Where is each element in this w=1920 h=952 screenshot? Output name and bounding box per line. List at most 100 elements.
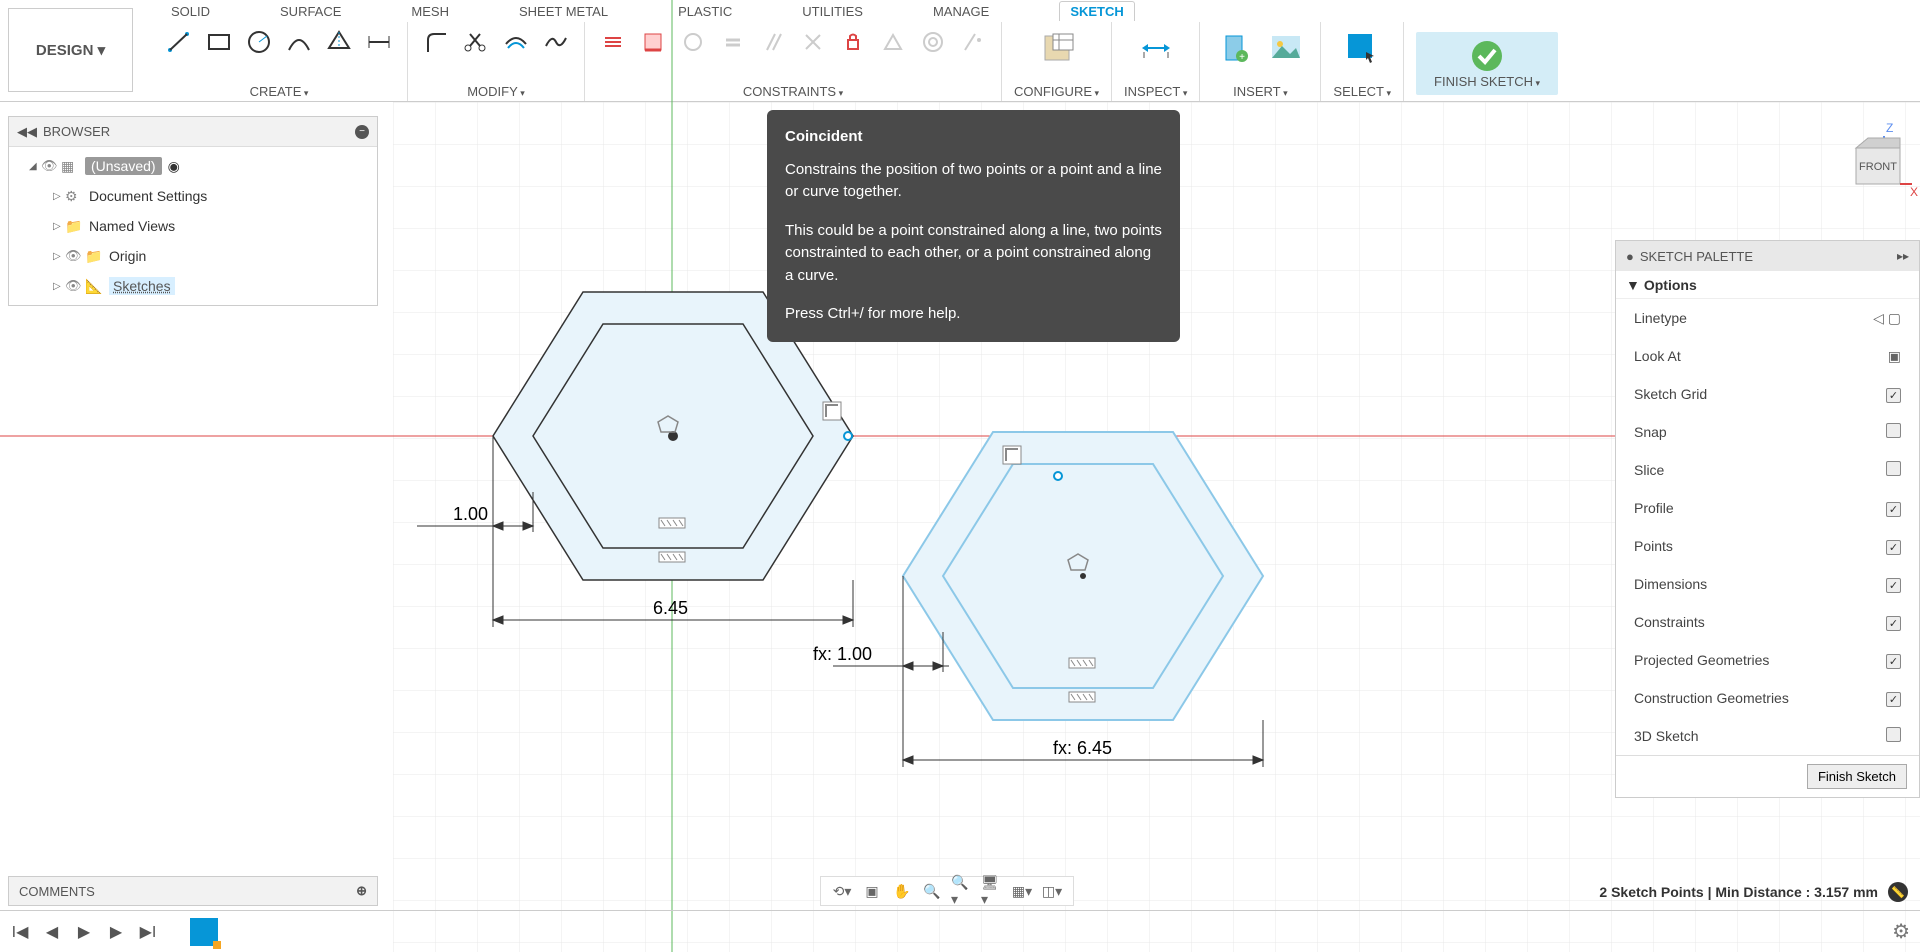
timeline-end-icon[interactable]: ▶I (138, 922, 158, 942)
checkbox[interactable] (1886, 578, 1901, 593)
fix-constraint-icon[interactable] (837, 26, 869, 58)
insert-image-icon[interactable] (1264, 26, 1308, 70)
design-workspace-button[interactable]: DESIGN ▾ (8, 8, 133, 92)
timeline-play-icon[interactable]: ▶ (74, 922, 94, 942)
perpendicular-constraint-icon[interactable] (797, 26, 829, 58)
tab-plastic[interactable]: PLASTIC (678, 4, 732, 19)
dim-1[interactable]: 1.00 (453, 504, 488, 524)
palette-row-constraints[interactable]: Constraints (1616, 603, 1919, 641)
look-at-control-icon[interactable]: ▣ (1888, 348, 1901, 365)
tree-sketches[interactable]: ▷👁📐Sketches (9, 271, 377, 301)
circle-tool-icon[interactable] (243, 26, 275, 58)
select-icon[interactable] (1340, 26, 1384, 70)
trim-tool-icon[interactable] (460, 26, 492, 58)
insert-label[interactable]: INSERT (1233, 84, 1287, 99)
configure-icon[interactable] (1035, 26, 1079, 70)
palette-options-section[interactable]: ▼ Options (1616, 271, 1919, 299)
checkbox[interactable] (1886, 540, 1901, 555)
palette-pin-icon[interactable]: ▸▸ (1897, 249, 1909, 263)
timeline-next-icon[interactable]: ▶ (106, 922, 126, 942)
palette-row-construction-geometries[interactable]: Construction Geometries (1616, 679, 1919, 717)
insert-derive-icon[interactable]: + (1212, 26, 1256, 70)
tab-sheetmetal[interactable]: SHEET METAL (519, 4, 608, 19)
modify-label[interactable]: MODIFY (467, 84, 525, 99)
concentric-constraint-icon[interactable] (917, 26, 949, 58)
dimension-tool-icon[interactable] (363, 26, 395, 58)
select-label[interactable]: SELECT (1333, 84, 1391, 99)
checkbox[interactable] (1886, 616, 1901, 631)
polygon-tool-icon[interactable] (323, 26, 355, 58)
equal-constraint-icon[interactable] (717, 26, 749, 58)
inspect-icon[interactable] (1134, 26, 1178, 70)
palette-row-snap[interactable]: Snap (1616, 413, 1919, 451)
tab-utilities[interactable]: UTILITIES (802, 4, 863, 19)
arc-tool-icon[interactable] (283, 26, 315, 58)
viewport-icon[interactable]: ◫▾ (1041, 880, 1063, 902)
orbit-icon[interactable]: ⟲▾ (831, 880, 853, 902)
spline-tool-icon[interactable] (540, 26, 572, 58)
browser-collapse-icon[interactable]: − (355, 125, 369, 139)
palette-row-3d-sketch[interactable]: 3D Sketch (1616, 717, 1919, 755)
view-cube[interactable]: Z FRONT X (1836, 118, 1906, 188)
tree-doc-settings[interactable]: ▷⚙Document Settings (9, 181, 377, 211)
palette-row-look-at[interactable]: Look At▣ (1616, 337, 1919, 375)
checkbox[interactable] (1886, 727, 1901, 742)
timeline-sketch-feature[interactable] (190, 918, 218, 946)
palette-row-profile[interactable]: Profile (1616, 489, 1919, 527)
palette-header[interactable]: ●SKETCH PALETTE▸▸ (1616, 241, 1919, 271)
timeline-settings-icon[interactable]: ⚙ (1892, 919, 1910, 944)
comments-bar[interactable]: COMMENTS⊕ (8, 876, 378, 906)
rectangle-tool-icon[interactable] (203, 26, 235, 58)
checkbox[interactable] (1886, 502, 1901, 517)
tab-surface[interactable]: SURFACE (280, 4, 341, 19)
palette-row-sketch-grid[interactable]: Sketch Grid (1616, 375, 1919, 413)
tab-manage[interactable]: MANAGE (933, 4, 989, 19)
parallel-constraint-icon[interactable] (757, 26, 789, 58)
grid-icon[interactable]: ▦▾ (1011, 880, 1033, 902)
browser-header[interactable]: ◀◀ BROWSER − (9, 117, 377, 147)
zoom-window-icon[interactable]: 🔍▾ (951, 880, 973, 902)
display-icon[interactable]: 🖥▾ (981, 880, 1003, 902)
dim-3[interactable]: fx: 1.00 (813, 644, 872, 664)
constraints-label[interactable]: CONSTRAINTS (743, 84, 843, 99)
pan-icon[interactable]: ✋ (891, 880, 913, 902)
linetype-control-icon[interactable]: ◁ ▢ (1873, 310, 1901, 327)
horizontal-constraint-icon[interactable] (597, 26, 629, 58)
midpoint-constraint-icon[interactable] (877, 26, 909, 58)
add-comment-icon[interactable]: ⊕ (356, 883, 367, 899)
look-at-icon[interactable]: ▣ (861, 880, 883, 902)
palette-row-projected-geometries[interactable]: Projected Geometries (1616, 641, 1919, 679)
symmetry-constraint-icon[interactable] (957, 26, 989, 58)
checkbox[interactable] (1886, 654, 1901, 669)
dim-2[interactable]: 6.45 (653, 598, 688, 618)
tab-solid[interactable]: SOLID (171, 4, 210, 19)
palette-finish-button[interactable]: Finish Sketch (1807, 764, 1907, 789)
line-tool-icon[interactable] (163, 26, 195, 58)
tree-named-views[interactable]: ▷📁Named Views (9, 211, 377, 241)
tab-sketch[interactable]: SKETCH (1059, 1, 1134, 21)
palette-row-dimensions[interactable]: Dimensions (1616, 565, 1919, 603)
checkbox[interactable] (1886, 692, 1901, 707)
offset-tool-icon[interactable] (500, 26, 532, 58)
tab-mesh[interactable]: MESH (411, 4, 449, 19)
zoom-icon[interactable]: 🔍 (921, 880, 943, 902)
status-info-icon[interactable]: 📏 (1888, 882, 1908, 902)
fillet-tool-icon[interactable] (420, 26, 452, 58)
tree-origin[interactable]: ▷👁📁Origin (9, 241, 377, 271)
palette-row-points[interactable]: Points (1616, 527, 1919, 565)
palette-row-linetype[interactable]: Linetype◁ ▢ (1616, 299, 1919, 337)
checkbox[interactable] (1886, 423, 1901, 438)
tree-root[interactable]: ◢👁▦(Unsaved)◉ (9, 151, 377, 181)
tangent-constraint-icon[interactable] (677, 26, 709, 58)
create-label[interactable]: CREATE (250, 84, 309, 99)
timeline-prev-icon[interactable]: ◀ (42, 922, 62, 942)
checkbox[interactable] (1886, 388, 1901, 403)
coincident-constraint-icon[interactable] (637, 26, 669, 58)
dim-4[interactable]: fx: 6.45 (1053, 738, 1112, 758)
checkbox[interactable] (1886, 461, 1901, 476)
finish-sketch-button[interactable]: FINISH SKETCH (1416, 32, 1558, 95)
timeline-start-icon[interactable]: I◀ (10, 922, 30, 942)
inspect-label[interactable]: INSPECT (1124, 84, 1187, 99)
configure-label[interactable]: CONFIGURE (1014, 84, 1099, 99)
palette-row-slice[interactable]: Slice (1616, 451, 1919, 489)
